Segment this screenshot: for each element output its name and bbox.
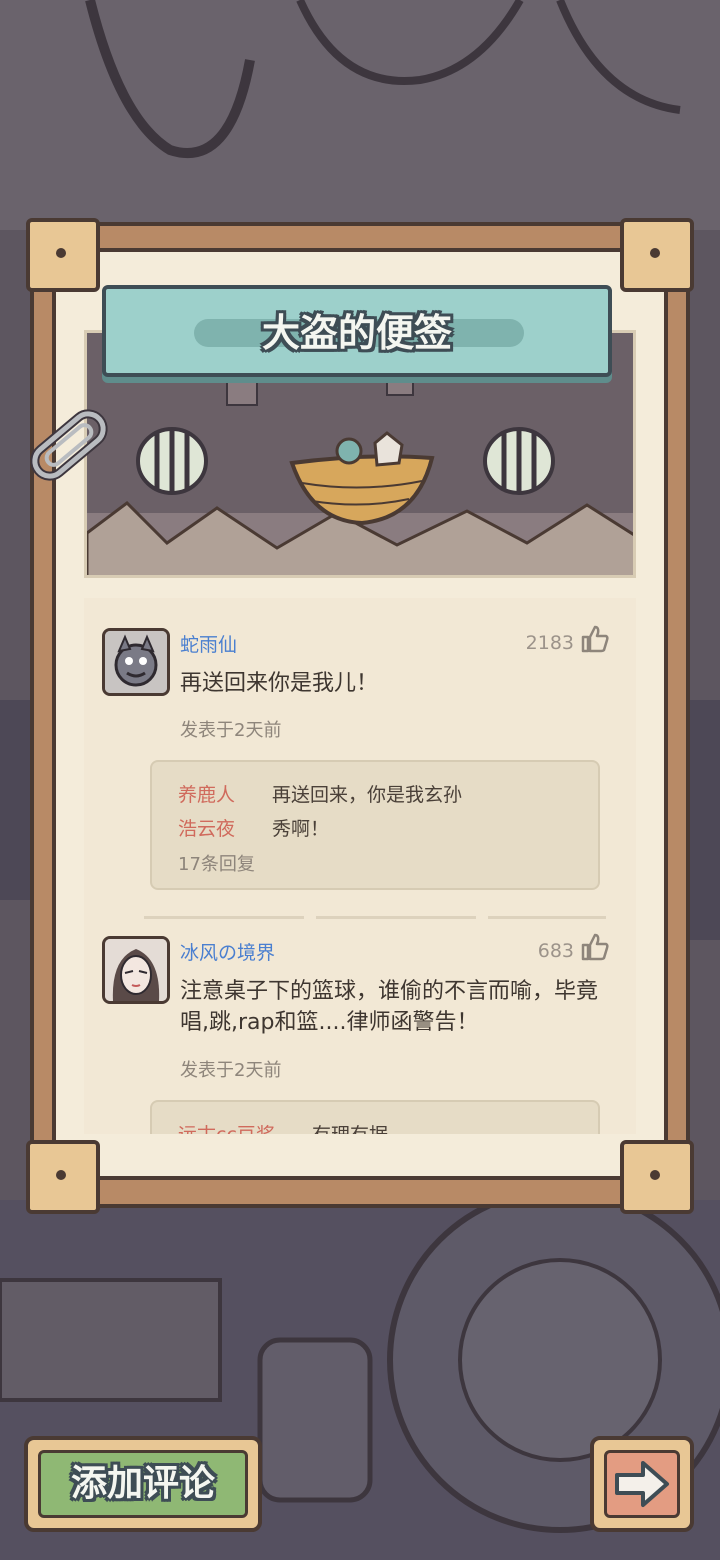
like-count: 2183: [525, 632, 574, 654]
reply-text: 再送回来，你是我玄孙: [272, 784, 463, 806]
reply-username[interactable]: 浩云夜: [178, 814, 235, 841]
reply-box[interactable]: 远古cc豆浆 有理有据: [150, 1100, 600, 1134]
board-corner-top-left: [26, 218, 100, 292]
barred-window-right-icon: [483, 427, 555, 495]
girl-avatar-icon: [105, 939, 167, 1001]
thumbs-up-icon[interactable]: [580, 624, 610, 654]
comment-username[interactable]: 冰风の境界: [180, 938, 275, 965]
add-comment-button[interactable]: 添加评论: [24, 1436, 262, 1532]
reply-username[interactable]: 养鹿人: [178, 780, 235, 807]
board-corner-bottom-left: [26, 1140, 100, 1214]
arrow-right-icon: [615, 1461, 669, 1507]
reply-text: 有理有据: [312, 1120, 388, 1134]
avatar[interactable]: [102, 628, 170, 696]
page-title: 大盗的便签: [261, 311, 452, 355]
comment-text: 注意桌子下的篮球，谁偷的不言而喻，毕竟唱,跳,rap和篮....律师函警告！: [180, 979, 599, 1035]
barred-window-left-icon: [136, 427, 208, 495]
board-corner-bottom-right: [620, 1140, 694, 1214]
comment-username[interactable]: 蛇雨仙: [180, 630, 237, 657]
reply-text: 秀啊！: [272, 818, 330, 840]
reply-box[interactable]: 养鹿人 再送回来，你是我玄孙 浩云夜 秀啊！ 17条回复: [150, 760, 600, 890]
comment-text: 再送回来你是我儿！: [180, 671, 379, 696]
add-comment-label: 添加评论: [70, 1463, 215, 1504]
title-banner: 大盗的便签: [102, 285, 612, 377]
add-comment-button-face[interactable]: 添加评论: [38, 1450, 248, 1518]
comment-time: 发表于2天前: [180, 1060, 282, 1081]
reply-count-link[interactable]: 17条回复: [178, 850, 255, 876]
next-button-face[interactable]: [604, 1450, 680, 1518]
like-count: 683: [537, 940, 574, 962]
comment-list[interactable]: 蛇雨仙 2183 再送回来你是我儿！ 发表于2天前 养鹿人 再送回来，你是我玄孙…: [84, 598, 636, 1134]
avatar[interactable]: [102, 936, 170, 1004]
gargoyle-avatar-icon: [105, 631, 167, 693]
next-button[interactable]: [590, 1436, 694, 1532]
reply-username[interactable]: 远古cc豆浆: [178, 1120, 275, 1134]
thumbs-up-icon[interactable]: [580, 932, 610, 962]
comment-divider: [144, 916, 606, 919]
board-corner-top-right: [620, 218, 694, 292]
comment-time: 发表于2天前: [180, 720, 282, 741]
